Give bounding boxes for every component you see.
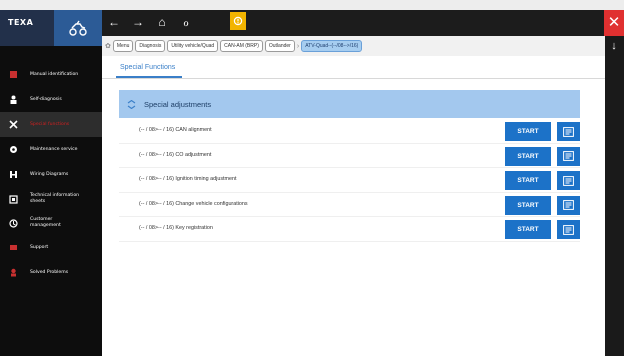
start-button[interactable]: START: [505, 195, 551, 215]
info-document-button[interactable]: [557, 146, 580, 166]
sidebar-item-label: Support: [30, 244, 49, 250]
texa-logo: TEXA: [0, 10, 54, 46]
warning-button[interactable]: [230, 12, 246, 30]
document-icon: [563, 224, 574, 235]
sidebar-item-solved-problems[interactable]: Solved Problems: [0, 260, 102, 285]
list-item-label: (-- / 08>-- / 16) CAN alignment: [139, 127, 212, 133]
breadcrumb: ✿ Menu Diagnosis Utility vehicle/Quad CA…: [102, 36, 605, 56]
breadcrumb-item-model[interactable]: Outlander: [264, 40, 295, 52]
list-item-label: (-- / 08>-- / 16) Key registration: [139, 225, 213, 231]
start-button[interactable]: START: [505, 171, 551, 190]
start-button[interactable]: START: [505, 146, 551, 166]
info-document-button[interactable]: [557, 171, 580, 190]
customer-icon: [8, 218, 18, 228]
home-icon[interactable]: ⌂: [154, 14, 170, 30]
link-icon[interactable]: ℴ: [178, 14, 194, 30]
document-icon: [563, 175, 574, 186]
sidebar-item-self-diagnosis[interactable]: Self-diagnosis: [0, 87, 102, 112]
sidebar-item-special-functions[interactable]: Special functions: [0, 112, 102, 137]
breadcrumb-item-vehicle-type[interactable]: Utility vehicle/Quad: [167, 40, 219, 52]
solved-problems-icon: [8, 268, 18, 278]
document-icon: [563, 200, 574, 210]
sidebar-menu: Manual identification Self-diagnosis Spe…: [0, 62, 102, 285]
support-icon: [8, 243, 18, 253]
tab-special-functions[interactable]: Special Functions: [120, 64, 175, 71]
sidebar-item-label: Customer management: [30, 217, 61, 228]
warning-icon: [233, 16, 243, 26]
sidebar-item-support[interactable]: Support: [0, 235, 102, 260]
forward-arrow-icon[interactable]: →: [130, 14, 146, 30]
tab-divider: [102, 78, 605, 79]
info-document-button[interactable]: [557, 195, 580, 215]
vehicle-type-button[interactable]: [54, 10, 102, 46]
gear-icon: [8, 145, 18, 155]
breadcrumb-item-current[interactable]: ATV-Quad--(--/08-->/16): [301, 40, 363, 52]
sidebar-item-label: Technical information sheets: [30, 193, 80, 204]
sidebar-item-manual-identification[interactable]: Manual identification: [0, 62, 102, 87]
quad-vehicle-icon: [69, 20, 87, 36]
top-toolbar: ← → ⌂ ℴ: [102, 10, 607, 36]
list-item-label: (-- / 08>-- / 16) Change vehicle configu…: [139, 200, 248, 207]
back-arrow-icon[interactable]: ←: [106, 14, 122, 30]
start-button[interactable]: START: [505, 122, 551, 141]
list-item: (-- / 08>-- / 16) Key registration START: [119, 217, 580, 242]
down-arrow-icon[interactable]: ↓: [606, 40, 622, 56]
breadcrumb-item-diagnosis[interactable]: Diagnosis: [135, 40, 166, 52]
list-item-label: (-- / 08>-- / 16) CO adjustment: [139, 151, 212, 158]
sidebar-item-maintenance-service[interactable]: Maintenance service: [0, 137, 102, 162]
sidebar-item-label: Manual identification: [30, 71, 79, 77]
main-panel: Special Functions Special adjustments (-…: [102, 56, 605, 356]
wiring-icon: [8, 170, 18, 180]
section-title: Special adjustments: [144, 99, 212, 109]
sidebar-item-label: Maintenance service: [30, 146, 78, 152]
document-icon: [563, 126, 574, 137]
adjustments-list: (-- / 08>-- / 16) CAN alignment START (-…: [119, 119, 580, 242]
sidebar-item-label: Wiring Diagrams: [30, 171, 69, 177]
info-sheet-icon: [8, 194, 18, 204]
info-document-button[interactable]: [557, 220, 580, 239]
breadcrumb-chevron-icon: ›: [296, 42, 300, 50]
sidebar-item-customer-management[interactable]: Customer management: [0, 211, 102, 235]
breadcrumb-icon: ✿: [105, 43, 111, 50]
list-item: (-- / 08>-- / 16) Change vehicle configu…: [119, 193, 580, 217]
person-icon: [8, 95, 18, 105]
list-item: (-- / 08>-- / 16) Ignition timing adjust…: [119, 168, 580, 193]
document-icon: [563, 151, 574, 161]
close-button[interactable]: ✕: [604, 10, 624, 36]
manual-identification-icon: [8, 70, 18, 80]
sidebar-item-label: Special functions: [30, 121, 70, 127]
list-item: (-- / 08>-- / 16) CO adjustment START: [119, 144, 580, 168]
info-document-button[interactable]: [557, 122, 580, 141]
sidebar-item-technical-information-sheets[interactable]: Technical information sheets: [0, 187, 102, 211]
sidebar-item-label: Solved Problems: [30, 269, 69, 275]
collapse-icon: [127, 99, 136, 109]
start-button[interactable]: START: [505, 220, 551, 239]
sidebar-item-wiring-diagrams[interactable]: Wiring Diagrams: [0, 162, 102, 187]
special-functions-icon: [8, 120, 18, 130]
breadcrumb-item-menu[interactable]: Menu: [112, 40, 134, 52]
list-item: (-- / 08>-- / 16) CAN alignment START: [119, 119, 580, 144]
list-item-label: (-- / 08>-- / 16) Ignition timing adjust…: [139, 176, 237, 182]
breadcrumb-item-manufacturer[interactable]: CAN-AM (BRP): [220, 40, 263, 52]
sidebar-item-label: Self-diagnosis: [30, 96, 62, 102]
section-header-special-adjustments[interactable]: Special adjustments: [119, 90, 580, 118]
